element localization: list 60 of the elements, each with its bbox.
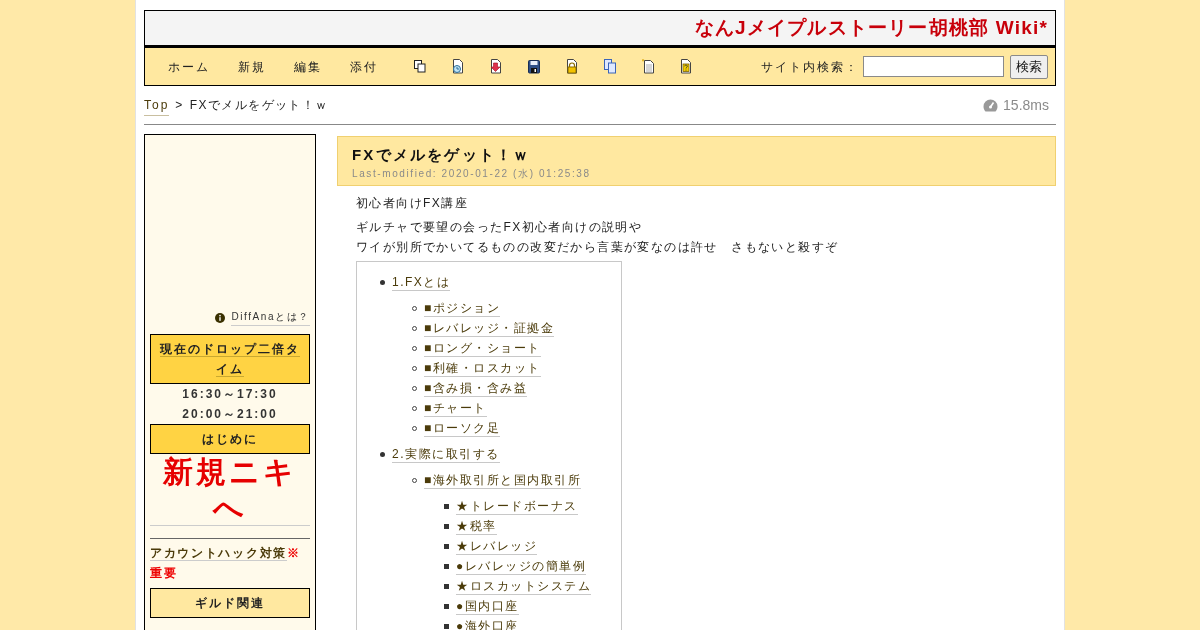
page-title: FXでメルをゲット！ｗ [352,145,532,165]
square-bullet-icon [444,543,449,549]
menu-link[interactable]: 添付 [350,56,378,77]
copy-icon[interactable] [414,59,426,74]
contents-link[interactable]: ■ポジション [424,299,501,317]
square-bullet-icon [444,623,449,629]
page-arrow-icon[interactable] [490,59,502,74]
search-field[interactable] [863,56,1004,77]
menu-link[interactable]: 新規 [238,56,266,77]
square-bullet-icon [444,503,449,509]
two-pages-icon[interactable] [604,59,616,74]
contents-link[interactable]: ★税率 [456,517,497,535]
menu-link[interactable]: ホーム [168,56,210,77]
intro-text: ギルチャで要望の会ったFX初心者向けの説明や [356,219,643,236]
intro-text: ワイが別所でかいてるものの改変だから言葉が変なのは許せ さもないと殺すぞ [356,239,839,256]
sidebar-heading-link[interactable]: 現在のドロップ二倍タイム [150,334,310,384]
contents-link[interactable]: 2.実際に取引する [392,445,500,463]
sidebar-heading: はじめに [150,424,310,454]
time-range: 20:00～21:00 [181,406,279,423]
square-bullet-icon [444,583,449,589]
site-title[interactable]: なんJメイプルストーリー胡桃部 Wiki* [694,17,1048,38]
search-button[interactable]: 検索 [1010,54,1048,79]
breadcrumb-current: FXでメルをゲット！ｗ [189,97,329,114]
breadcrumb-separator: > [175,97,184,114]
new-page-icon[interactable] [642,59,654,74]
page-clock-icon[interactable] [452,59,464,74]
contents-link[interactable]: ●国内口座 [456,597,519,615]
contents-link[interactable]: ★トレードボーナス [456,497,578,515]
newcomer-link[interactable]: 新規ニキへ [150,454,310,526]
square-bullet-icon [444,563,449,569]
contents-link[interactable]: ★レバレッジ [456,537,537,555]
gauge-icon [983,98,999,112]
square-bullet-icon [444,603,449,609]
intro-text: 初心者向けFX講座 [356,195,468,212]
menu-link[interactable]: 編集 [294,56,322,77]
contents-link[interactable]: ■ローソク足 [424,419,501,437]
contents-link[interactable]: ■チャート [424,399,487,417]
page-question-icon[interactable] [680,59,692,74]
contents-link[interactable]: ■含み損・含み益 [424,379,528,397]
sidebar-notice: アカウントハック対策※重要 [150,545,302,582]
time-range: 16:30～17:30 [181,386,279,403]
disc-bullet-icon [380,279,385,285]
contents-link[interactable]: ■レバレッジ・証拠金 [424,319,555,337]
breadcrumb-link[interactable]: Top [144,94,170,116]
last-modified: Last-modified: 2020-01-22 (水) 01:25:38 [352,167,592,181]
disc-bullet-icon [380,451,385,457]
contents-link[interactable]: ■利確・ロスカット [424,359,541,377]
info-icon [215,312,226,323]
render-time: 15.8ms [1003,96,1049,115]
sidebar-link[interactable]: アカウントハック対策 [150,546,287,561]
page-lock-icon[interactable] [566,59,578,74]
diffana-link[interactable]: DiffAnaとは？ [231,309,310,326]
search-label: サイト内検索： [761,58,859,76]
contents-link[interactable]: ●レバレッジの簡単例 [456,557,587,575]
contents-link[interactable]: ■ロング・ショート [424,339,541,357]
contents-link[interactable]: ■海外取引所と国内取引所 [424,471,582,489]
sidebar-heading: ギルド関連 [150,588,310,618]
square-bullet-icon [444,523,449,529]
contents-link[interactable]: 1.FXとは [392,273,451,291]
contents-link[interactable]: ★ロスカットシステム [456,577,591,595]
